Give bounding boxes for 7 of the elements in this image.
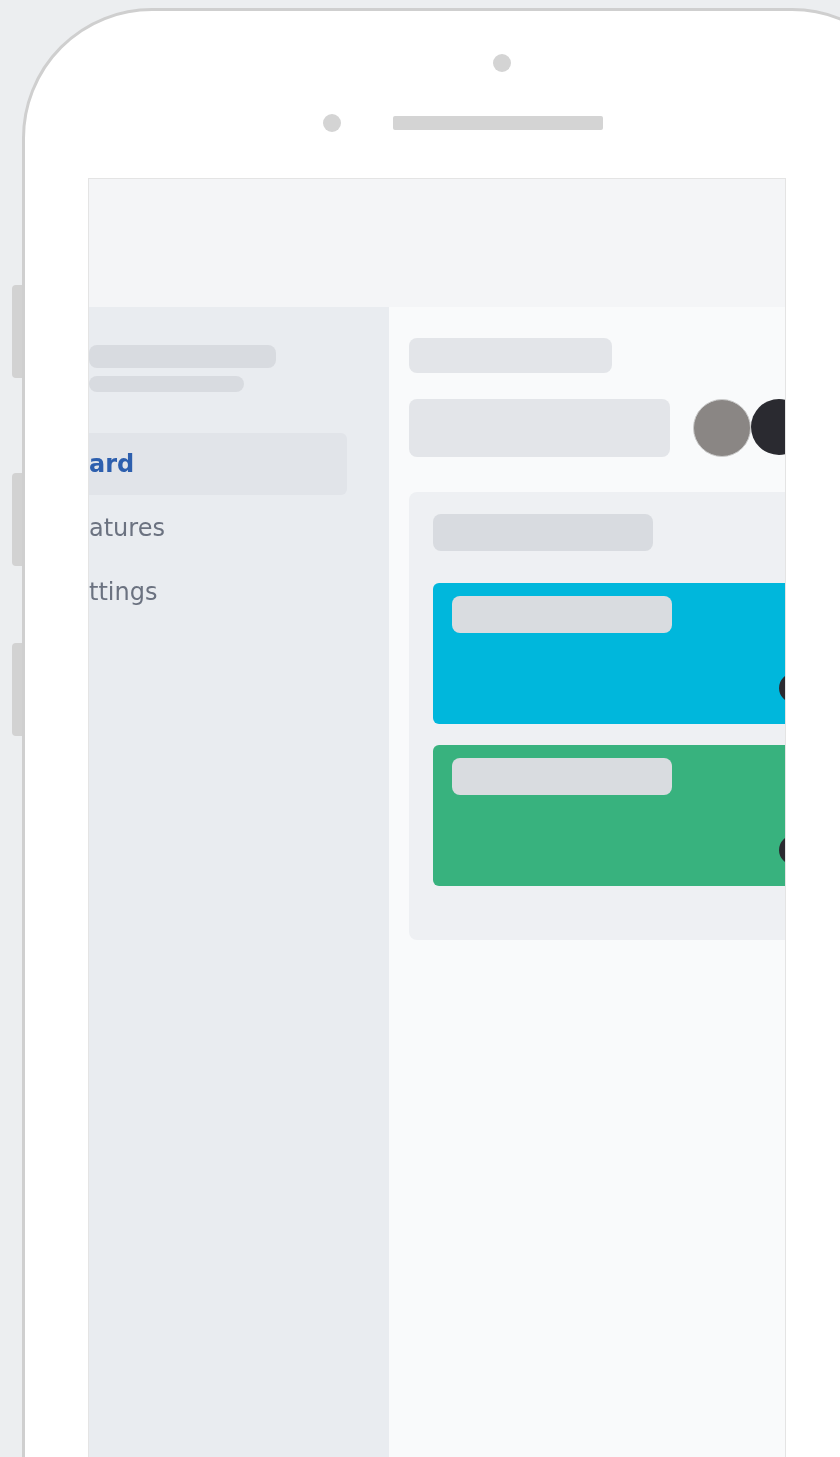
sidebar-item[interactable]: ttings — [89, 561, 347, 623]
card[interactable] — [433, 583, 785, 724]
sensor-dot — [323, 114, 341, 132]
sidebar-item[interactable]: ard — [89, 433, 347, 495]
camera-dot — [493, 54, 511, 72]
card[interactable] — [433, 745, 785, 886]
sidebar-item[interactable]: atures — [89, 497, 347, 559]
